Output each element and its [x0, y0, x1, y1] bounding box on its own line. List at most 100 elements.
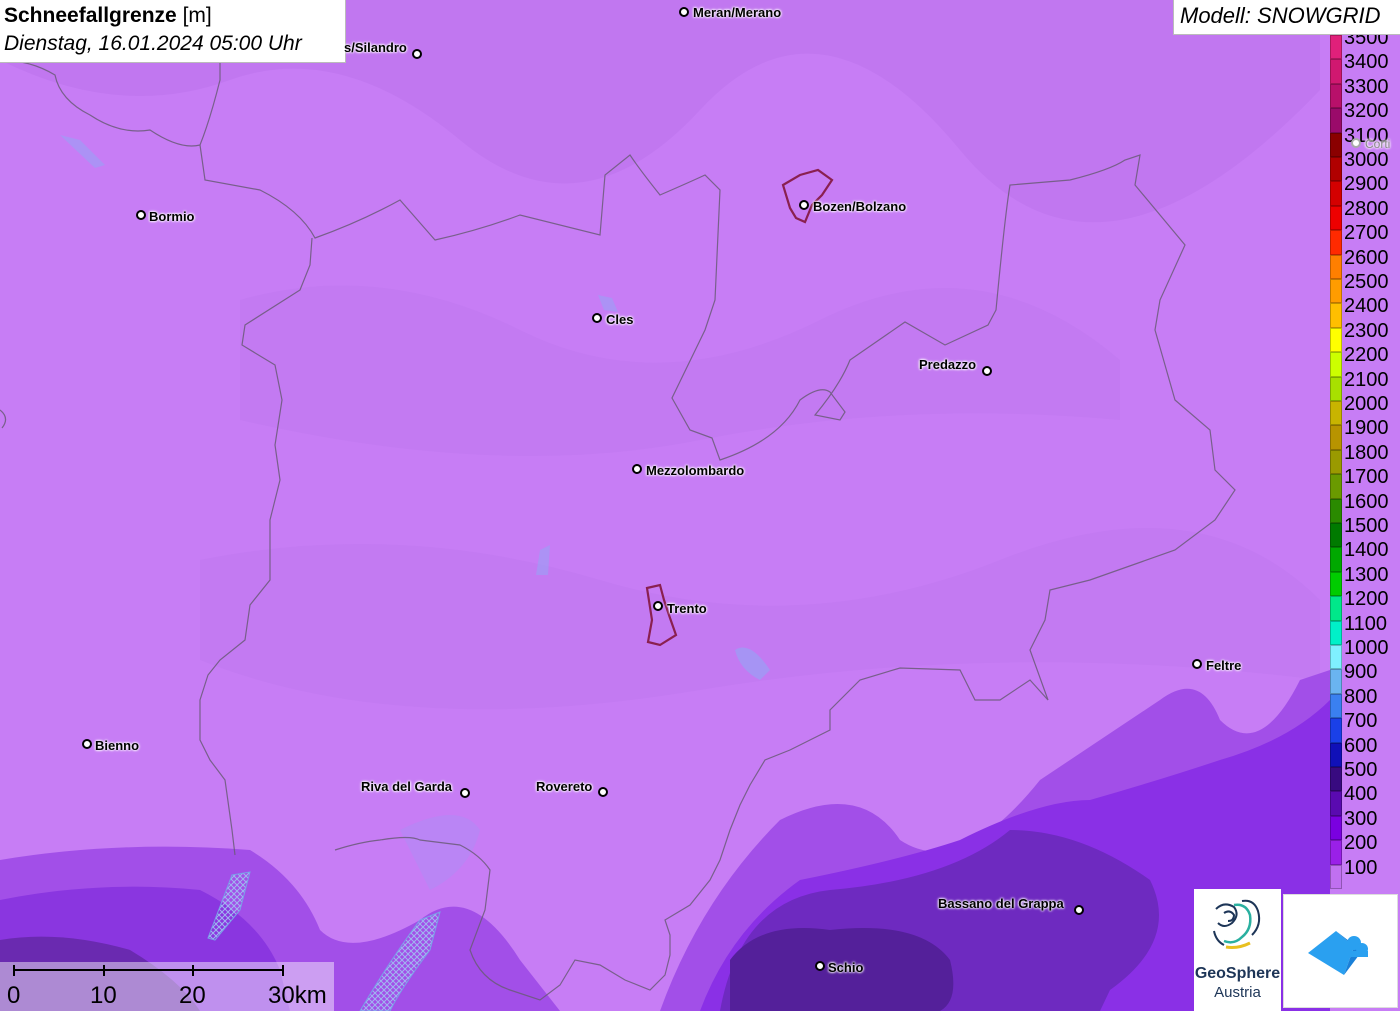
map-title-box: Schneefallgrenze [m] Dienstag, 16.01.202…: [0, 0, 346, 63]
city-label: Mezzolombardo: [646, 463, 745, 478]
city-label: Schio: [828, 960, 864, 975]
legend-entry: 1500: [1330, 513, 1400, 548]
legend-label: 2000: [1344, 393, 1389, 415]
legend-entry: 100: [1330, 855, 1400, 889]
city-label: Feltre: [1206, 658, 1242, 673]
scale-label: 30km: [268, 982, 327, 1009]
geosphere-logo-icon: [1213, 899, 1261, 949]
city-label: Bienno: [95, 738, 140, 753]
legend-entry: 3400: [1330, 49, 1400, 84]
city-label: Corti: [1365, 137, 1391, 151]
weather-app-logo[interactable]: [1283, 894, 1398, 1008]
legend-entry: 400: [1330, 781, 1400, 816]
legend-label: 600: [1344, 734, 1378, 757]
legend-label: 100: [1344, 856, 1378, 879]
city-label: Meran/Merano: [693, 5, 782, 20]
legend-label: 1600: [1344, 490, 1389, 513]
city-dot[interactable]: [982, 366, 992, 376]
city-label: Bassano del Grappa: [938, 896, 1064, 911]
city-label: Bozen/Bolzano: [813, 199, 907, 214]
city-label: Predazzo: [919, 357, 977, 372]
legend-entry: 2000: [1330, 391, 1400, 426]
legend-label: 2200: [1344, 344, 1389, 367]
legend-label: 2300: [1344, 319, 1389, 342]
city-dot[interactable]: [1192, 659, 1202, 669]
legend-entry: 300: [1330, 806, 1400, 841]
legend-label: 900: [1344, 661, 1378, 684]
legend-label: 3500: [1344, 35, 1389, 49]
city-dot[interactable]: [799, 200, 809, 210]
legend-label: 1500: [1344, 515, 1389, 537]
legend-entry: 2700: [1330, 220, 1400, 255]
legend-label: 1400: [1344, 539, 1389, 562]
legend-label: 2100: [1344, 368, 1389, 391]
city-dot[interactable]: [82, 739, 92, 749]
legend-entry: 800: [1330, 684, 1400, 719]
legend-entry: 200: [1330, 830, 1400, 865]
legend-entry: 2600: [1330, 245, 1400, 279]
city-dot[interactable]: [679, 7, 689, 17]
scale-bar: 0 10 20 30km: [0, 962, 334, 1011]
legend-entry: 2900: [1330, 171, 1400, 206]
legend-entry: 3500: [1330, 35, 1400, 60]
legend-entry: 1000: [1330, 635, 1400, 670]
scale-label: 0: [7, 982, 21, 1009]
city-dot[interactable]: [412, 49, 422, 59]
legend-entry: 2800: [1330, 196, 1400, 231]
legend-label: 3000: [1344, 149, 1389, 171]
city-dot[interactable]: [632, 464, 642, 474]
map-date: Dienstag, 16.01.2024 05:00 Uhr: [4, 32, 302, 55]
city-dot[interactable]: [460, 788, 470, 798]
legend-entry: 1100: [1330, 611, 1400, 645]
legend-label: 300: [1344, 807, 1378, 830]
geosphere-logo[interactable]: GeoSphere Austria: [1194, 889, 1281, 1011]
legend-label: 2800: [1344, 197, 1389, 220]
legend-entry: 600: [1330, 733, 1400, 767]
legend-entry: 900: [1330, 659, 1400, 694]
city-dot[interactable]: [815, 961, 825, 971]
legend-entry: 1600: [1330, 489, 1400, 523]
legend-label: 3200: [1344, 100, 1389, 123]
legend-label: 2400: [1344, 295, 1389, 318]
geosphere-logo-line2: Austria: [1214, 984, 1261, 1001]
legend-entry: 1300: [1330, 562, 1400, 597]
scale-label: 10: [90, 982, 117, 1009]
legend-entry: 2100: [1330, 367, 1400, 401]
legend-label: 1900: [1344, 417, 1389, 440]
geosphere-logo-line1: GeoSphere: [1194, 965, 1281, 982]
city-label: Cles: [606, 312, 634, 327]
model-label: Modell: SNOWGRID: [1173, 0, 1400, 35]
legend-entry: 2300: [1330, 318, 1400, 353]
legend-label: 2900: [1344, 173, 1389, 196]
city-dot[interactable]: [1074, 905, 1084, 915]
scale-label: 20: [179, 982, 206, 1009]
city-dot[interactable]: [1351, 138, 1361, 148]
legend-entry: 1200: [1330, 586, 1400, 621]
legend-label: 1000: [1344, 637, 1389, 659]
city-label: s/Silandro: [344, 40, 407, 55]
color-legend: 3500 3400 3300 3200 3100 3000 2900 2800 2700 2600…: [1330, 35, 1400, 889]
legend-label: 700: [1344, 710, 1378, 733]
legend-entry: 3300: [1330, 74, 1400, 109]
legend-entry: 2400: [1330, 293, 1400, 328]
city-dot[interactable]: [653, 601, 663, 611]
legend-swatch: [1330, 864, 1342, 889]
city-label: Riva del Garda: [361, 779, 453, 794]
legend-label: 2700: [1344, 222, 1389, 245]
city-label: Rovereto: [536, 779, 593, 794]
legend-label: 800: [1344, 685, 1378, 708]
legend-label: 2600: [1344, 246, 1389, 269]
city-dot[interactable]: [592, 313, 602, 323]
map-title: Schneefallgrenze [m]: [4, 4, 212, 27]
legend-label: 200: [1344, 832, 1378, 855]
legend-entry: 2500: [1330, 269, 1400, 304]
legend-label: 400: [1344, 783, 1378, 806]
snowfall-line-map[interactable]: [0, 0, 1400, 1011]
city-label: Bormio: [149, 209, 195, 224]
city-label: Trento: [667, 601, 707, 616]
city-dot[interactable]: [598, 787, 608, 797]
legend-entry: 1700: [1330, 464, 1400, 499]
legend-label: 3400: [1344, 51, 1389, 74]
city-dot[interactable]: [136, 210, 146, 220]
legend-label: 500: [1344, 759, 1378, 781]
